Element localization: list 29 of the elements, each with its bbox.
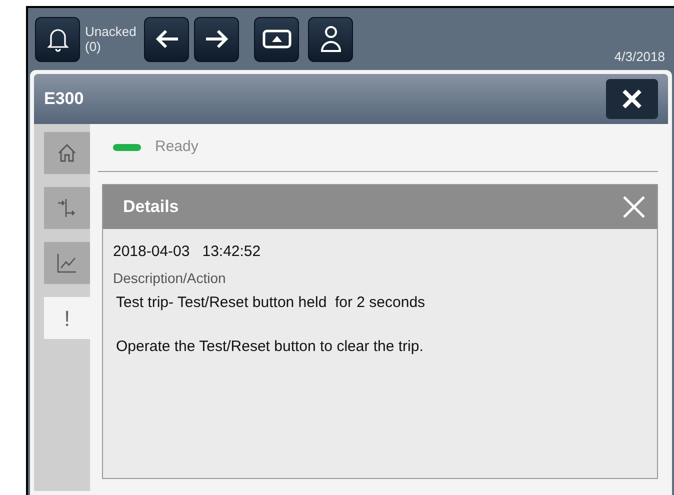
forward-button[interactable] (194, 16, 240, 62)
status-text: Ready (155, 137, 198, 158)
section-label: Description/Action (113, 268, 227, 288)
alarm-label: Unacked (85, 24, 136, 39)
trend-chart-icon (56, 252, 78, 274)
home-icon (57, 143, 77, 163)
date: 4/3/2018 (614, 48, 665, 66)
right-arrow-icon (204, 28, 230, 50)
alarm-button[interactable] (35, 16, 80, 62)
alarm-count: (0) (85, 39, 102, 54)
left-arrow-icon (154, 28, 180, 50)
user-icon (320, 25, 342, 53)
window-title: E300 (44, 88, 84, 110)
description-text: Operate the Test/Reset button to clear the trip. (116, 337, 424, 357)
display-button[interactable] (254, 16, 300, 62)
side-tab[interactable]: ! (44, 297, 90, 339)
bell-icon (46, 26, 70, 52)
description-text: Test trip- Test/Reset button held for 2 seconds (116, 292, 426, 312)
side-tab[interactable] (44, 242, 90, 284)
timestamp: 2018-04-03 13:42:52 (113, 242, 262, 262)
user-button[interactable] (308, 16, 354, 62)
screen-icon (262, 29, 292, 49)
details-title: Details (123, 196, 179, 218)
side-tab[interactable] (44, 187, 90, 229)
close-icon (622, 195, 646, 219)
back-button[interactable] (144, 16, 190, 62)
side-tab[interactable] (44, 132, 90, 174)
close-button[interactable] (606, 79, 658, 119)
close-icon (621, 88, 643, 110)
